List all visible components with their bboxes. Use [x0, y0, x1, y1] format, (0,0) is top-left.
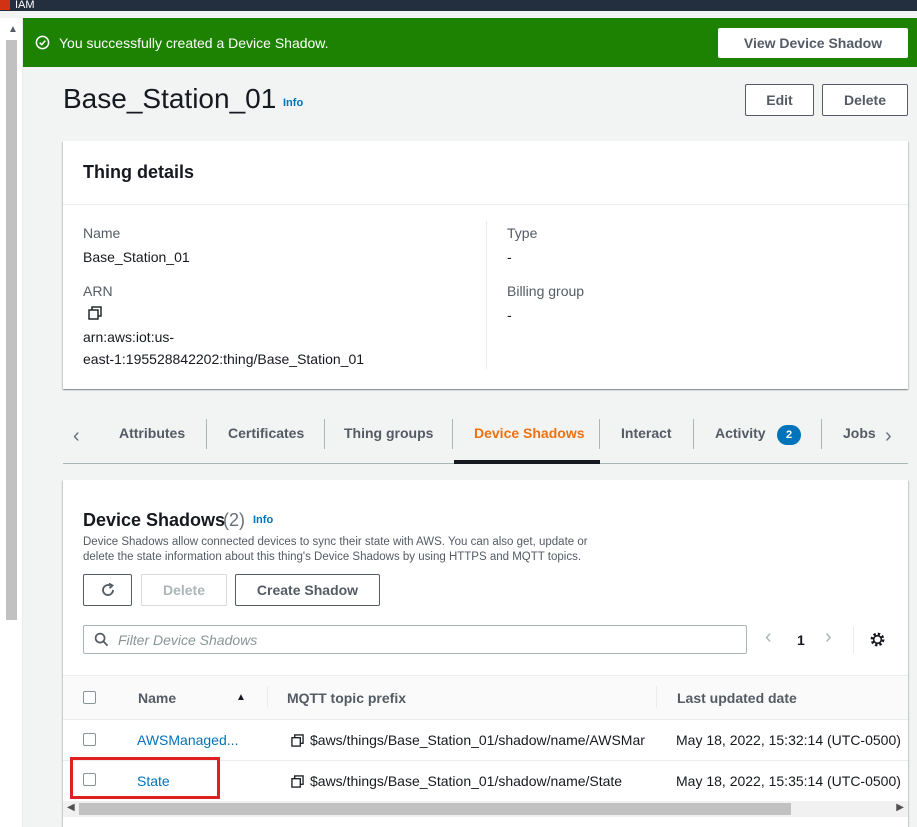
column-divider[interactable]: [656, 686, 657, 708]
card-header: Thing details: [63, 141, 908, 205]
scroll-left-icon[interactable]: ◀: [67, 802, 75, 813]
next-page-icon[interactable]: ›: [825, 626, 832, 649]
tabs-scroll-left-icon[interactable]: ‹: [73, 425, 80, 448]
tab-separator: [452, 419, 453, 449]
type-label: Type: [507, 225, 538, 241]
left-scrollbar[interactable]: ▲: [0, 18, 23, 827]
shadows-count: (2): [223, 510, 245, 530]
select-all-checkbox[interactable]: [83, 691, 96, 704]
scrollbar-thumb[interactable]: [6, 40, 17, 620]
filter-shadows-input[interactable]: [118, 629, 738, 651]
scroll-right-icon[interactable]: ▶: [896, 802, 904, 813]
column-divider[interactable]: [267, 686, 268, 708]
tab-certificates[interactable]: Certificates: [228, 425, 304, 441]
tab-jobs[interactable]: Jobs: [843, 425, 876, 441]
filter-shadows-field[interactable]: [83, 625, 747, 654]
delete-thing-button[interactable]: Delete: [822, 84, 908, 116]
refresh-button[interactable]: [83, 574, 132, 606]
tab-separator: [599, 419, 600, 449]
active-tab-indicator: [454, 460, 600, 464]
table-header: Name ▲ MQTT topic prefix Last updated da…: [63, 675, 908, 720]
iam-service-icon: [0, 0, 10, 10]
mqtt-topic-prefix: $aws/things/Base_Station_01/shadow/name/…: [310, 732, 645, 748]
arn-value-line2: east-1:195528842202:thing/Base_Station_0…: [83, 351, 365, 367]
scroll-up-icon[interactable]: ▲: [8, 24, 18, 35]
gear-icon[interactable]: [869, 631, 886, 648]
shadows-title: Device Shadows: [83, 510, 226, 530]
last-updated-date: May 18, 2022, 15:32:14 (UTC-0500): [676, 732, 901, 748]
scrollbar-thumb[interactable]: [79, 803, 791, 815]
billing-group-value: -: [507, 307, 512, 323]
create-shadow-button[interactable]: Create Shadow: [235, 574, 380, 606]
row-checkbox[interactable]: [83, 733, 96, 746]
description-line: Device Shadows allow connected devices t…: [83, 536, 588, 548]
tab-thing-groups[interactable]: Thing groups: [344, 425, 433, 441]
column-header-last-updated: Last updated date: [677, 690, 797, 706]
arn-value-line1: arn:aws:iot:us-: [83, 329, 175, 345]
top-nav-bar: IAM: [0, 0, 917, 11]
tab-interact[interactable]: Interact: [621, 425, 672, 441]
copy-icon[interactable]: [291, 734, 304, 747]
flash-message: You successfully created a Device Shadow…: [59, 35, 329, 51]
view-device-shadow-button[interactable]: View Device Shadow: [718, 28, 908, 58]
mqtt-topic-prefix: $aws/things/Base_Station_01/shadow/name/…: [310, 773, 623, 789]
current-page-number[interactable]: 1: [797, 632, 805, 648]
tabs-scroll-right-icon[interactable]: ›: [885, 425, 892, 448]
last-updated-date: May 18, 2022, 15:35:14 (UTC-0500): [676, 773, 901, 789]
copy-icon[interactable]: [291, 775, 304, 788]
tab-separator: [821, 419, 822, 449]
previous-page-icon[interactable]: ‹: [765, 626, 772, 649]
page-title: Base_Station_01: [63, 83, 277, 114]
shadows-description: Device Shadows allow connected devices t…: [83, 535, 643, 565]
billing-group-label: Billing group: [507, 283, 585, 299]
column-header-name[interactable]: Name: [138, 690, 176, 706]
arn-label: ARN: [83, 283, 113, 299]
column-header-mqtt-topic: MQTT topic prefix: [287, 690, 406, 706]
name-label: Name: [83, 225, 121, 241]
tab-separator: [206, 419, 207, 449]
tab-bar: ‹ Attributes Certificates Thing groups D…: [63, 411, 908, 464]
table-row: AWSManaged... $aws/things/Base_Station_0…: [63, 720, 908, 761]
delete-shadow-button[interactable]: Delete: [141, 574, 227, 606]
shadows-info-link[interactable]: Info: [253, 514, 273, 526]
shadow-name-link[interactable]: AWSManaged...: [137, 732, 238, 748]
success-flashbar: You successfully created a Device Shadow…: [23, 18, 917, 67]
tab-activity[interactable]: Activity: [715, 425, 766, 441]
description-line: delete the state information about this …: [83, 551, 582, 563]
copy-icon[interactable]: [88, 306, 102, 320]
pagination-divider: [853, 626, 854, 654]
tab-separator: [693, 419, 694, 449]
service-label[interactable]: IAM: [15, 0, 35, 11]
table-horizontal-scrollbar[interactable]: ◀ ▶: [63, 801, 908, 817]
sort-ascending-icon[interactable]: ▲: [236, 692, 246, 703]
tab-device-shadows[interactable]: Device Shadows: [474, 425, 585, 441]
header-info-link[interactable]: Info: [283, 97, 303, 109]
edit-button[interactable]: Edit: [745, 84, 814, 116]
success-check-icon: [35, 35, 50, 50]
search-icon: [94, 632, 109, 647]
name-value: Base_Station_01: [83, 249, 190, 265]
tab-separator: [324, 419, 325, 449]
thing-details-card: Thing details Name Base_Station_01 ARN a…: [63, 141, 908, 389]
activity-count-badge: 2: [777, 425, 801, 445]
highlight-box: [70, 757, 220, 799]
card-title: Thing details: [83, 162, 195, 182]
tab-attributes[interactable]: Attributes: [119, 425, 185, 441]
type-value: -: [507, 249, 512, 265]
refresh-icon: [101, 582, 114, 596]
column-divider: [486, 221, 487, 369]
